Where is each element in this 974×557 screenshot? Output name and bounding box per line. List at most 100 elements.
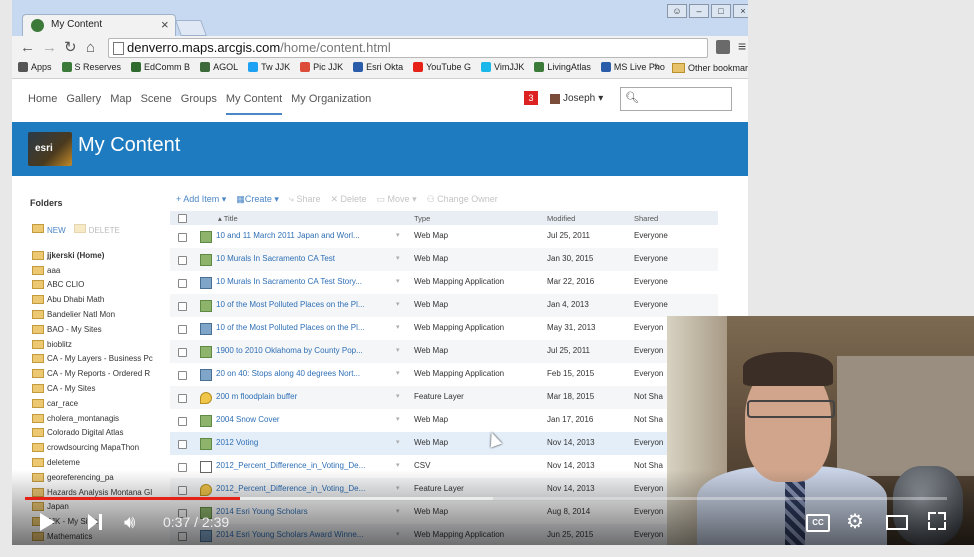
row-checkbox[interactable]	[178, 325, 187, 334]
bookmark-item[interactable]: AGOL	[200, 62, 238, 72]
bookmark-item[interactable]: VimJJK	[481, 62, 524, 72]
item-title-link[interactable]: 1900 to 2010 Oklahoma by County Pop...	[216, 346, 388, 355]
nav-my-content[interactable]: My Content	[225, 93, 283, 115]
nav-gallery[interactable]: Gallery	[66, 93, 101, 115]
url-text[interactable]: denverro.maps.arcgis.com/home/content.ht…	[127, 40, 391, 55]
folder-item[interactable]: BAO - My Sites	[32, 322, 182, 337]
user-menu[interactable]: Joseph ▾	[550, 93, 603, 104]
gear-icon[interactable]: ⚙	[846, 509, 864, 534]
row-checkbox[interactable]	[178, 302, 187, 311]
item-title-link[interactable]: 10 Murals In Sacramento CA Test	[216, 254, 388, 263]
item-title-link[interactable]: 2004 Snow Cover	[216, 415, 388, 424]
table-row[interactable]: 10 of the Most Polluted Places on the Pl…	[170, 317, 718, 340]
theater-mode-icon[interactable]	[886, 515, 908, 530]
user-profile-icon[interactable]: ☺	[667, 4, 687, 18]
home-icon[interactable]: ⌂	[86, 38, 95, 58]
progress-bar[interactable]	[25, 497, 947, 500]
folder-item[interactable]: ABC CLIO	[32, 278, 182, 293]
table-row[interactable]: 2004 Snow Cover ▾ Web Map Jan 17, 2016 Not S…	[170, 409, 718, 432]
folder-item[interactable]: CA - My Sites	[32, 381, 182, 396]
table-row[interactable]: 20 on 40: Stops along 40 degrees Nort...…	[170, 363, 718, 386]
address-bar[interactable]: denverro.maps.arcgis.com/home/content.ht…	[108, 38, 708, 58]
reload-icon[interactable]: ↻	[64, 38, 77, 58]
folder-item[interactable]: Abu Dhabi Math	[32, 292, 182, 307]
play-icon[interactable]	[40, 513, 55, 531]
delete-button[interactable]: ✕ Delete	[330, 194, 366, 205]
minimize-icon[interactable]: –	[689, 4, 709, 18]
chevron-down-icon[interactable]: ▾	[396, 369, 400, 377]
close-window-icon[interactable]: ×	[733, 4, 748, 18]
create-button[interactable]: ▦Create ▾	[236, 194, 279, 205]
row-checkbox[interactable]	[178, 279, 187, 288]
chevron-down-icon[interactable]: ▾	[396, 438, 400, 446]
row-checkbox[interactable]	[178, 256, 187, 265]
item-title-link[interactable]: 10 Murals In Sacramento CA Test Story...	[216, 277, 388, 286]
folder-item[interactable]: jjkerski (Home)	[32, 248, 182, 263]
chevron-down-icon[interactable]: ▾	[396, 346, 400, 354]
chevron-down-icon[interactable]: ▾	[396, 300, 400, 308]
add-item-button[interactable]: + Add Item ▾	[176, 194, 226, 205]
item-title-link[interactable]: 10 and 11 March 2011 Japan and Worl...	[216, 231, 388, 240]
row-checkbox[interactable]	[178, 394, 187, 403]
folder-item[interactable]: Colorado Digital Atlas	[32, 426, 182, 441]
nav-my-organization[interactable]: My Organization	[291, 93, 371, 115]
row-checkbox[interactable]	[178, 233, 187, 242]
chevron-down-icon[interactable]: ▾	[396, 254, 400, 262]
folder-item[interactable]: crowdsourcing MapaThon	[32, 440, 182, 455]
title-column-header[interactable]: ▴ Title	[218, 214, 238, 223]
row-checkbox[interactable]	[178, 417, 187, 426]
fullscreen-icon[interactable]	[928, 512, 946, 530]
bookmarks-more-icon[interactable]: »	[654, 61, 660, 73]
type-column-header[interactable]: Type	[414, 214, 430, 223]
nav-groups[interactable]: Groups	[181, 93, 217, 115]
new-folder-button[interactable]: NEW	[32, 224, 66, 235]
folder-item[interactable]: CA - My Layers - Business Pc	[32, 352, 182, 367]
next-video-icon[interactable]	[88, 514, 102, 532]
other-bookmarks[interactable]: Other bookmark	[672, 63, 748, 73]
row-checkbox[interactable]	[178, 371, 187, 380]
folder-item[interactable]: car_race	[32, 396, 182, 411]
move-button[interactable]: ▭ Move ▾	[377, 194, 417, 205]
item-title-link[interactable]: 10 of the Most Polluted Places on the Pl…	[216, 300, 388, 309]
bookmark-item[interactable]: Pic JJK	[300, 62, 343, 72]
table-row[interactable]: 2012 Voting ▾ Web Map Nov 14, 2013 Everyon	[170, 432, 718, 455]
chevron-down-icon[interactable]: ▾	[396, 392, 400, 400]
shared-column-header[interactable]: Shared	[634, 214, 658, 223]
back-arrow-icon[interactable]: ←	[20, 38, 35, 58]
folder-item[interactable]: cholera_montanagis	[32, 411, 182, 426]
chevron-down-icon[interactable]: ▾	[396, 231, 400, 239]
notifications-badge[interactable]: 3	[524, 91, 538, 105]
item-title-link[interactable]: 200 m floodplain buffer	[216, 392, 388, 401]
modified-column-header[interactable]: Modified	[547, 214, 575, 223]
table-row[interactable]: 200 m floodplain buffer ▾ Feature Layer Mar…	[170, 386, 718, 409]
volume-icon[interactable]: 🔊︎	[124, 512, 135, 533]
table-row[interactable]: 10 of the Most Polluted Places on the Pl…	[170, 294, 718, 317]
chevron-down-icon[interactable]: ▾	[396, 323, 400, 331]
item-title-link[interactable]: 20 on 40: Stops along 40 degrees Nort...	[216, 369, 388, 378]
folder-item[interactable]: Bandelier Natl Mon	[32, 307, 182, 322]
nav-scene[interactable]: Scene	[141, 93, 172, 115]
row-checkbox[interactable]	[178, 440, 187, 449]
table-row[interactable]: 10 and 11 March 2011 Japan and Worl... ▾ W…	[170, 225, 718, 248]
new-tab-button[interactable]	[175, 20, 207, 36]
search-input[interactable]: 🔍︎	[620, 87, 732, 111]
bookmark-item[interactable]: S Reserves	[61, 62, 121, 72]
maximize-icon[interactable]: □	[711, 4, 731, 18]
bookmark-item[interactable]: Apps	[18, 62, 52, 72]
chrome-menu-icon[interactable]: ≡	[738, 38, 746, 54]
nav-home[interactable]: Home	[28, 93, 57, 115]
forward-arrow-icon[interactable]: →	[42, 38, 57, 58]
bookmark-item[interactable]: LivingAtlas	[534, 62, 591, 72]
bookmark-item[interactable]: Tw JJK	[248, 62, 290, 72]
row-checkbox[interactable]	[178, 348, 187, 357]
folder-item[interactable]: deleteme	[32, 455, 182, 470]
chevron-down-icon[interactable]: ▾	[396, 461, 400, 469]
bookmark-item[interactable]: YouTube G	[413, 62, 471, 72]
change-owner-button[interactable]: ⚇ Change Owner	[427, 194, 498, 205]
browser-tab[interactable]: My Content ×	[22, 14, 176, 37]
bookmark-item[interactable]: EdComm B	[131, 62, 190, 72]
folder-item[interactable]: aaa	[32, 263, 182, 278]
bookmark-item[interactable]: Esri Okta	[353, 62, 403, 72]
video-frame[interactable]: My Content × ☺ – □ × ← → ↻ ⌂ denverro.ma…	[0, 0, 974, 557]
table-row[interactable]: 1900 to 2010 Oklahoma by County Pop... ▾ W…	[170, 340, 718, 363]
